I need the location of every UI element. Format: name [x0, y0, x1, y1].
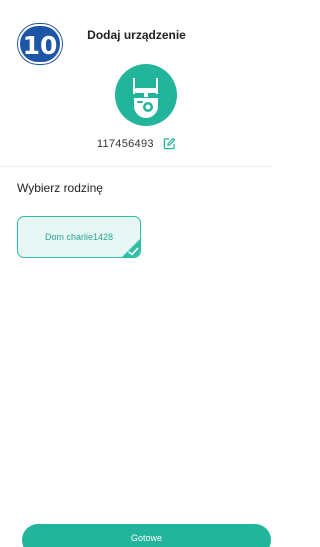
page-title: Dodaj urządzenie: [87, 28, 186, 42]
device-id-row: 117456493: [0, 137, 273, 150]
device-id: 117456493: [96, 137, 154, 150]
family-option-card[interactable]: Dom charlie1428: [17, 216, 141, 258]
done-button[interactable]: Gotowe: [22, 524, 271, 547]
edit-icon[interactable]: [163, 137, 176, 150]
device-icon: [115, 64, 177, 126]
checkmark-icon: [122, 239, 140, 257]
add-device-screen: 10 Dodaj urządzenie 117456493 Wybierz ro…: [0, 0, 273, 547]
choose-family-label: Wybierz rodzinę: [17, 181, 103, 195]
section-divider: [0, 166, 273, 167]
camera-icon: [133, 78, 158, 118]
